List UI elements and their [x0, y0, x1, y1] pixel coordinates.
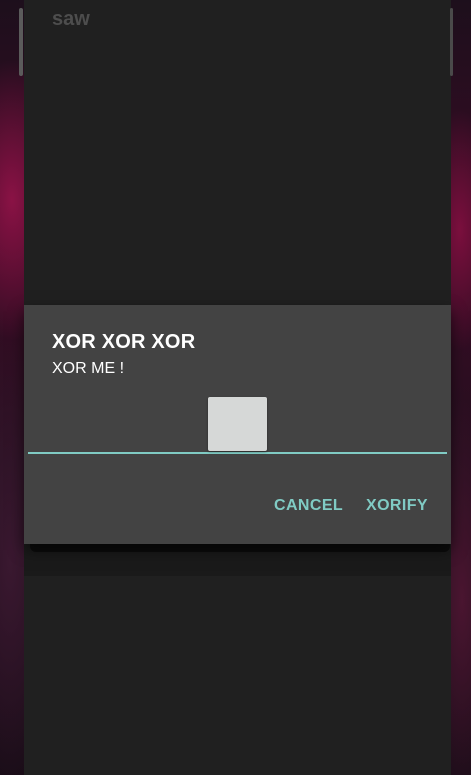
dialog-title: XOR XOR XOR	[52, 331, 196, 353]
dialog-message: XOR ME !	[52, 360, 125, 377]
xorify-button[interactable]: XORIFY	[358, 491, 436, 521]
cancel-button[interactable]: CANCEL	[266, 491, 351, 521]
left-edge-indicator	[19, 8, 23, 76]
background-app-title: saw	[52, 8, 90, 30]
xor-dialog: XOR XOR XOR XOR ME ! CANCEL XORIFY	[24, 305, 451, 544]
input-square-handle[interactable]	[208, 397, 267, 451]
right-edge-indicator	[450, 8, 453, 76]
